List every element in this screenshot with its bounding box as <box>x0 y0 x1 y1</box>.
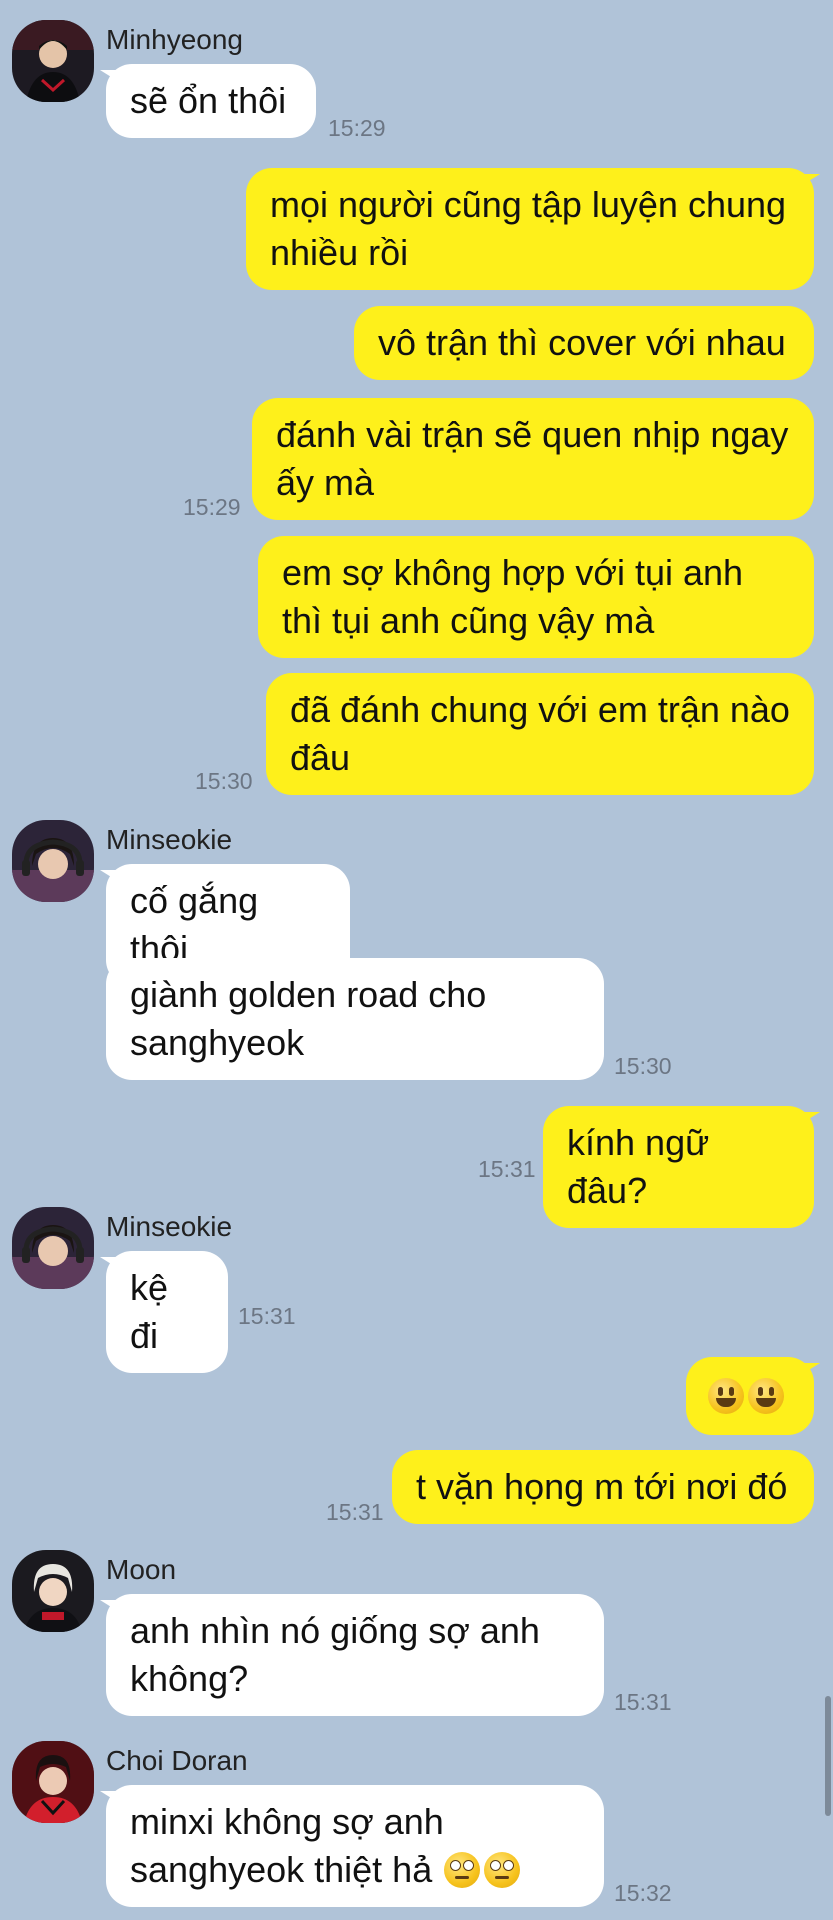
message-time: 15:32 <box>614 1880 672 1906</box>
scrollbar[interactable] <box>825 1696 831 1816</box>
sender-name: Minseokie <box>106 824 233 855</box>
grinning-face-icon <box>708 1378 744 1414</box>
avatar-minhyeong[interactable] <box>12 20 94 102</box>
message-bubble-incoming[interactable]: sẽ ổn thôi <box>100 64 316 138</box>
message-bubble-outgoing[interactable]: mọi người cũng tập luyện chung nhiều rồi <box>246 168 820 290</box>
message-time: 15:31 <box>614 1689 672 1715</box>
message-text: đã đánh chung với em trận nào đâu <box>290 689 790 778</box>
grinning-face-icon <box>748 1378 784 1414</box>
sender-name: Moon <box>106 1554 177 1585</box>
message-text: giành golden road cho sanghyeok <box>130 974 487 1063</box>
message-bubble-incoming[interactable]: kệ đi <box>100 1251 228 1373</box>
message-text: cố gắng thôi <box>130 880 259 969</box>
chat-area: Minhyeong sẽ ổn thôi 15:29 mọi người cũn… <box>0 0 833 1920</box>
message-bubble-outgoing[interactable]: đã đánh chung với em trận nào đâu <box>266 673 814 795</box>
message-time: 15:29 <box>183 494 241 520</box>
message-time: 15:31 <box>326 1499 384 1525</box>
message-bubble-outgoing[interactable]: t vặn họng m tới nơi đó <box>392 1450 814 1524</box>
rolling-eyes-icon <box>484 1852 521 1888</box>
message-time: 15:30 <box>195 768 253 794</box>
message-text: t vặn họng m tới nơi đó <box>416 1466 788 1507</box>
sender-name: Minseokie <box>106 1211 233 1242</box>
message-bubble-outgoing[interactable]: vô trận thì cover với nhau <box>354 306 814 380</box>
message-text: minxi không sợ anh sanghyeok thiệt hả <box>130 1801 444 1890</box>
avatar-moon[interactable] <box>12 1550 94 1632</box>
message-bubble-outgoing[interactable]: kính ngữ đâu? <box>543 1106 820 1228</box>
message-time: 15:29 <box>328 115 386 141</box>
message-time: 15:31 <box>238 1303 296 1329</box>
message-text: vô trận thì cover với nhau <box>378 322 786 363</box>
sender-name: Minhyeong <box>106 24 243 55</box>
message-text: em sợ không hợp với tụi anh thì tụi anh … <box>282 552 744 641</box>
message-bubble-incoming[interactable]: minxi không sợ anh sanghyeok thiệt hả <box>100 1785 604 1907</box>
rolling-eyes-icon <box>444 1852 481 1888</box>
avatar-choi-doran[interactable] <box>12 1741 94 1823</box>
message-text: sẽ ổn thôi <box>130 80 287 121</box>
message-bubble-incoming[interactable]: giành golden road cho sanghyeok <box>106 958 604 1080</box>
avatar-minseokie[interactable] <box>12 1207 94 1289</box>
message-text: đánh vài trận sẽ quen nhịp ngay ấy mà <box>276 414 789 503</box>
message-time: 15:31 <box>478 1156 536 1182</box>
message-text: mọi người cũng tập luyện chung nhiều rồi <box>270 184 787 273</box>
message-bubble-incoming[interactable]: anh nhìn nó giống sợ anh không? <box>100 1594 604 1716</box>
message-text: kính ngữ đâu? <box>567 1122 710 1211</box>
message-text: kệ đi <box>130 1267 169 1356</box>
message-bubble-outgoing[interactable]: em sợ không hợp với tụi anh thì tụi anh … <box>258 536 814 658</box>
message-time: 15:30 <box>614 1053 672 1079</box>
message-bubble-outgoing[interactable]: đánh vài trận sẽ quen nhịp ngay ấy mà <box>252 398 814 520</box>
sender-name: Choi Doran <box>106 1745 248 1776</box>
avatar-minseokie[interactable] <box>12 820 94 902</box>
message-bubble-outgoing-emoji[interactable] <box>686 1357 820 1435</box>
message-text: anh nhìn nó giống sợ anh không? <box>130 1610 540 1699</box>
